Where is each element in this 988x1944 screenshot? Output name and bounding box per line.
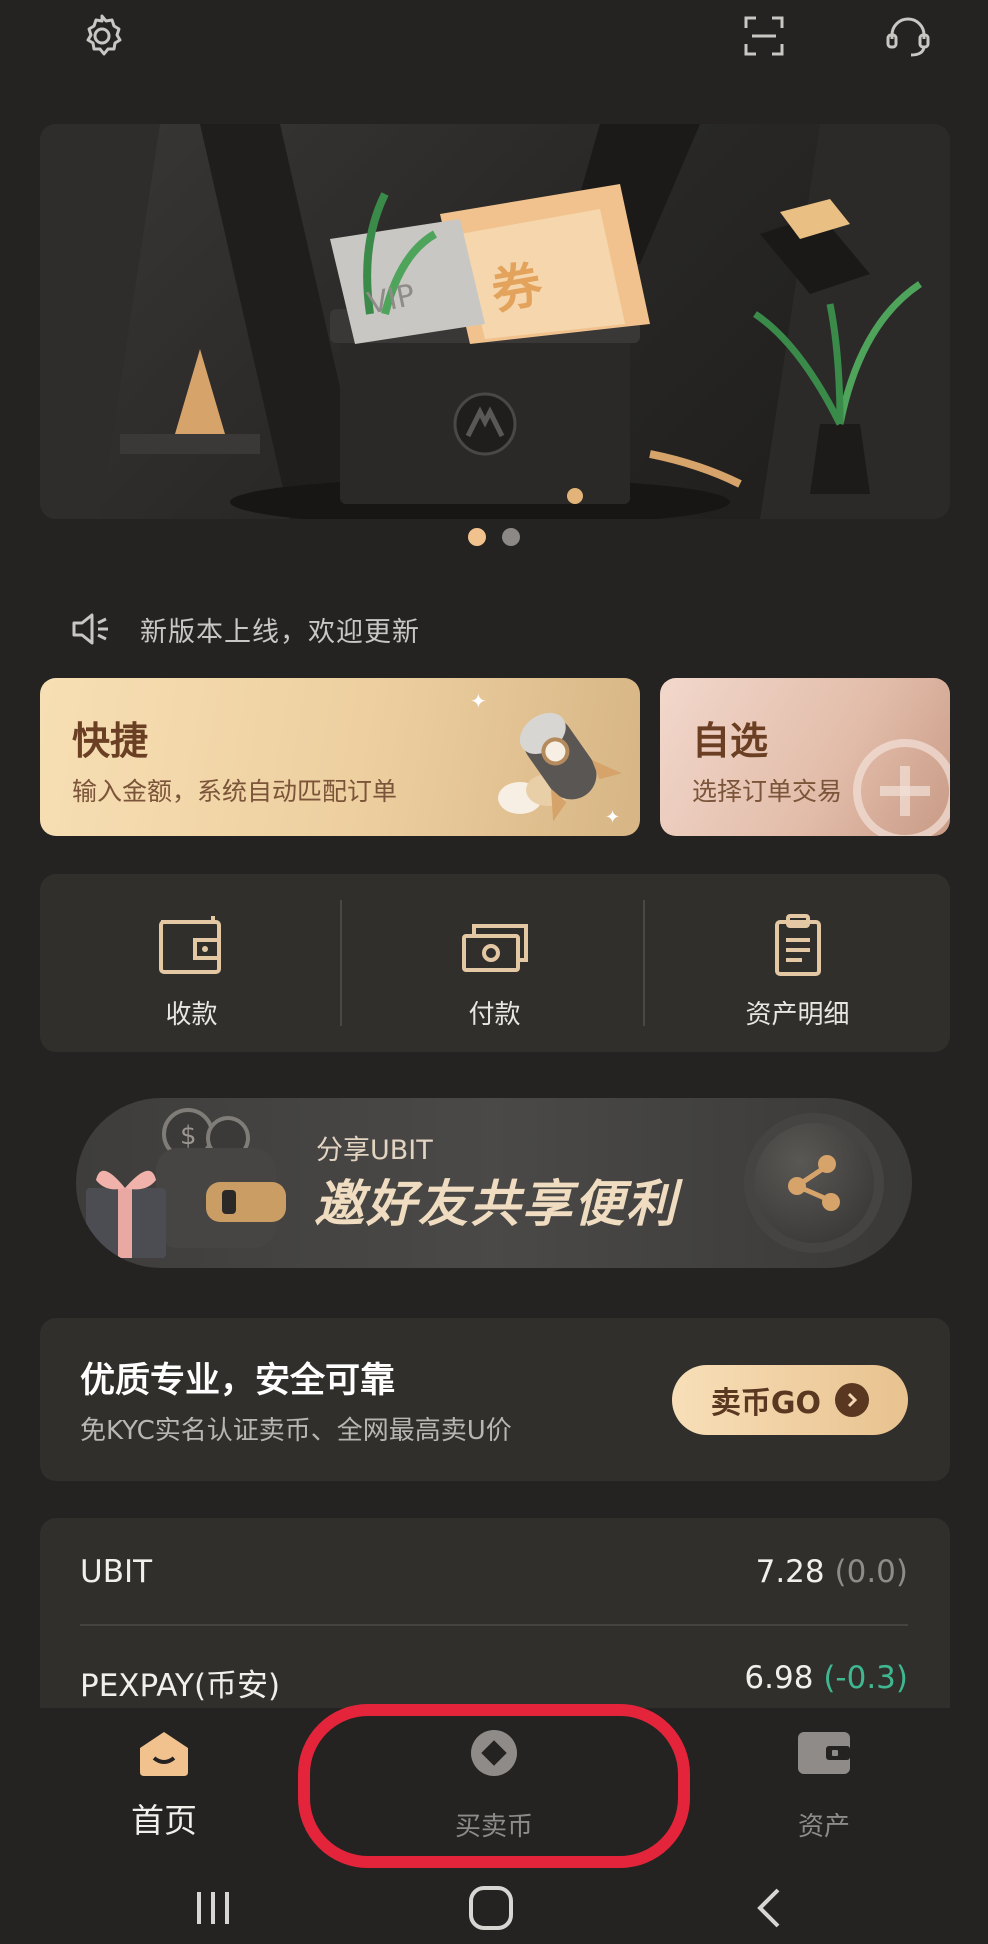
back-icon[interactable] <box>734 1880 804 1936</box>
price-change: (0.0) <box>834 1554 909 1590</box>
top-bar <box>0 0 988 80</box>
pay-label: 付款 <box>468 1000 521 1030</box>
recent-apps-icon[interactable] <box>178 1880 248 1936</box>
home-icon <box>140 1732 188 1776</box>
home-system-icon[interactable] <box>456 1880 526 1936</box>
quick-trade-card[interactable]: 快捷 输入金额，系统自动匹配订单 ✦ ✦ <box>40 678 640 836</box>
promo-title: 优质专业，安全可靠 <box>80 1361 396 1401</box>
receive-label: 收款 <box>165 1000 218 1030</box>
tool-divider <box>643 900 645 1026</box>
price-change: (-0.3) <box>823 1660 908 1696</box>
price-name-ubit: UBIT <box>80 1554 153 1590</box>
carousel-dot-2[interactable] <box>502 528 520 546</box>
share-button[interactable] <box>744 1113 884 1253</box>
sell-go-label: 卖币GO <box>710 1386 822 1421</box>
asset-details-label: 资产明细 <box>745 1000 850 1030</box>
gift-wallet-icon: $ <box>86 1108 286 1258</box>
chevron-right-icon <box>835 1383 870 1417</box>
notice-text: 新版本上线，欢迎更新 <box>140 616 420 648</box>
clipboard-icon <box>774 914 821 976</box>
notice-bar[interactable]: 新版本上线，欢迎更新 <box>70 604 420 654</box>
svg-text:✦: ✦ <box>470 689 487 713</box>
price-number: 6.98 <box>744 1660 814 1696</box>
share-icon <box>788 1155 840 1211</box>
scan-icon[interactable] <box>736 8 792 64</box>
banner-artwork: VIP 券 <box>40 124 950 519</box>
carousel-dot-1[interactable] <box>468 528 486 546</box>
wallet-icon <box>798 1732 850 1774</box>
plus-circle-icon <box>853 739 950 836</box>
quick-card-subtitle: 输入金额，系统自动匹配订单 <box>72 777 398 806</box>
promo-banner[interactable]: VIP 券 <box>40 124 950 519</box>
nav-assets-label: 资产 <box>797 1812 850 1842</box>
wallet-icon <box>158 916 221 974</box>
quick-card-title: 快捷 <box>72 719 149 763</box>
price-value-ubit: 7.28 (0.0) <box>560 1554 908 1590</box>
nav-home[interactable]: 首页 <box>64 1728 264 1840</box>
custom-card-title: 自选 <box>692 719 769 763</box>
price-name-pexpay: PEXPAY(币安) <box>80 1668 281 1704</box>
price-divider <box>80 1624 908 1626</box>
promo-subtitle: 免KYC实名认证卖币、全网最高卖U价 <box>80 1416 512 1446</box>
speaker-icon <box>70 611 112 647</box>
svg-text:✦: ✦ <box>605 807 620 828</box>
headset-icon[interactable] <box>880 8 936 64</box>
gear-icon[interactable] <box>74 8 130 64</box>
sell-go-button[interactable]: 卖币GO <box>672 1365 908 1435</box>
svg-text:$: $ <box>180 1121 197 1151</box>
tool-divider <box>340 900 342 1026</box>
invite-small-text: 分享UBIT <box>316 1135 433 1166</box>
carousel-indicator <box>0 528 988 546</box>
highlight-annotation <box>298 1704 690 1868</box>
custom-trade-card[interactable]: 自选 选择订单交易 <box>660 678 950 836</box>
price-number: 7.28 <box>755 1554 825 1590</box>
nav-home-label: 首页 <box>131 1801 197 1840</box>
invite-headline: 邀好友共享便利 <box>314 1175 678 1233</box>
cash-icon <box>461 924 528 972</box>
price-value-pexpay: 6.98 (-0.3) <box>560 1660 908 1696</box>
nav-assets[interactable]: 资产 <box>724 1728 924 1842</box>
rocket-icon: ✦ ✦ <box>470 689 622 828</box>
custom-card-subtitle: 选择订单交易 <box>692 777 843 806</box>
